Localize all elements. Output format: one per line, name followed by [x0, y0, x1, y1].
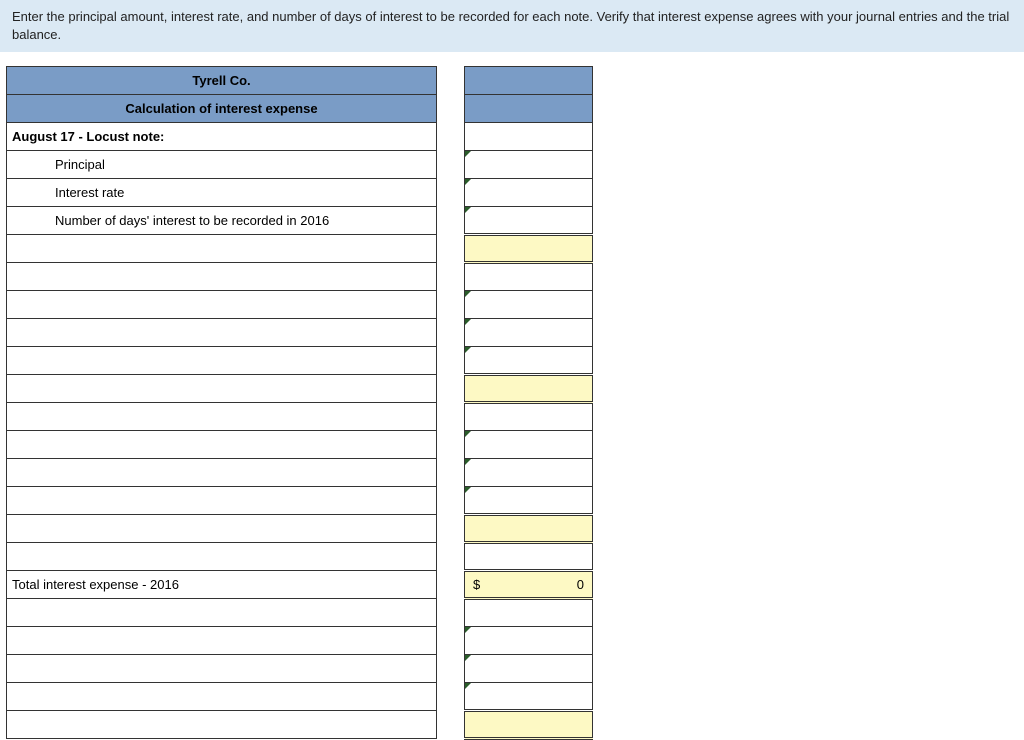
- empty-label: [7, 263, 437, 291]
- empty-label: [7, 711, 437, 739]
- principal-label: Principal: [7, 151, 437, 179]
- days-label: Number of days' interest to be recorded …: [7, 207, 437, 235]
- empty-label: [7, 627, 437, 655]
- input-marker-icon: [465, 683, 471, 689]
- input-cell[interactable]: [465, 655, 593, 683]
- blank-val: [465, 599, 593, 627]
- input-cell[interactable]: [465, 487, 593, 515]
- empty-label: [7, 459, 437, 487]
- total-value: 0: [577, 577, 584, 592]
- empty-label: [7, 431, 437, 459]
- input-cell[interactable]: [465, 319, 593, 347]
- input-cell[interactable]: [465, 431, 593, 459]
- principal-input[interactable]: [465, 151, 593, 179]
- company-header: Tyrell Co.: [7, 67, 437, 95]
- input-marker-icon: [465, 431, 471, 437]
- total-value-cell: $ 0: [465, 571, 593, 599]
- input-marker-icon: [465, 627, 471, 633]
- empty-label: [7, 375, 437, 403]
- input-marker-icon: [465, 179, 471, 185]
- empty-label: [7, 487, 437, 515]
- section-header: August 17 - Locust note:: [7, 123, 437, 151]
- empty-label: [7, 347, 437, 375]
- blank-val: [465, 403, 593, 431]
- company-header-right: [465, 67, 593, 95]
- instructions-panel: Enter the principal amount, interest rat…: [0, 0, 1024, 52]
- input-marker-icon: [465, 291, 471, 297]
- subtotal-cell-3: [465, 515, 593, 543]
- empty-label: [7, 599, 437, 627]
- interest-table: Tyrell Co. Calculation of interest expen…: [6, 66, 593, 740]
- input-marker-icon: [465, 207, 471, 213]
- input-marker-icon: [465, 655, 471, 661]
- input-cell[interactable]: [465, 459, 593, 487]
- empty-label: [7, 235, 437, 263]
- calc-title: Calculation of interest expense: [7, 95, 437, 123]
- worksheet: Tyrell Co. Calculation of interest expen…: [0, 66, 1024, 740]
- section-header-val: [465, 123, 593, 151]
- input-cell[interactable]: [465, 291, 593, 319]
- total-label: Total interest expense - 2016: [7, 571, 437, 599]
- empty-label: [7, 403, 437, 431]
- input-marker-icon: [465, 459, 471, 465]
- rate-input[interactable]: [465, 179, 593, 207]
- input-cell[interactable]: [465, 347, 593, 375]
- empty-label: [7, 291, 437, 319]
- subtotal-cell-4: [465, 711, 593, 739]
- blank-val: [465, 543, 593, 571]
- empty-label: [7, 319, 437, 347]
- input-marker-icon: [465, 347, 471, 353]
- input-marker-icon: [465, 487, 471, 493]
- empty-label: [7, 683, 437, 711]
- input-cell[interactable]: [465, 683, 593, 711]
- subtotal-cell-1: [465, 235, 593, 263]
- rate-label: Interest rate: [7, 179, 437, 207]
- input-cell[interactable]: [465, 627, 593, 655]
- blank-val: [465, 263, 593, 291]
- instructions-text: Enter the principal amount, interest rat…: [12, 9, 1009, 42]
- empty-label: [7, 515, 437, 543]
- currency-symbol: $: [473, 577, 480, 592]
- subtotal-cell-2: [465, 375, 593, 403]
- input-marker-icon: [465, 319, 471, 325]
- calc-title-right: [465, 95, 593, 123]
- empty-label: [7, 543, 437, 571]
- days-input[interactable]: [465, 207, 593, 235]
- empty-label: [7, 655, 437, 683]
- input-marker-icon: [465, 151, 471, 157]
